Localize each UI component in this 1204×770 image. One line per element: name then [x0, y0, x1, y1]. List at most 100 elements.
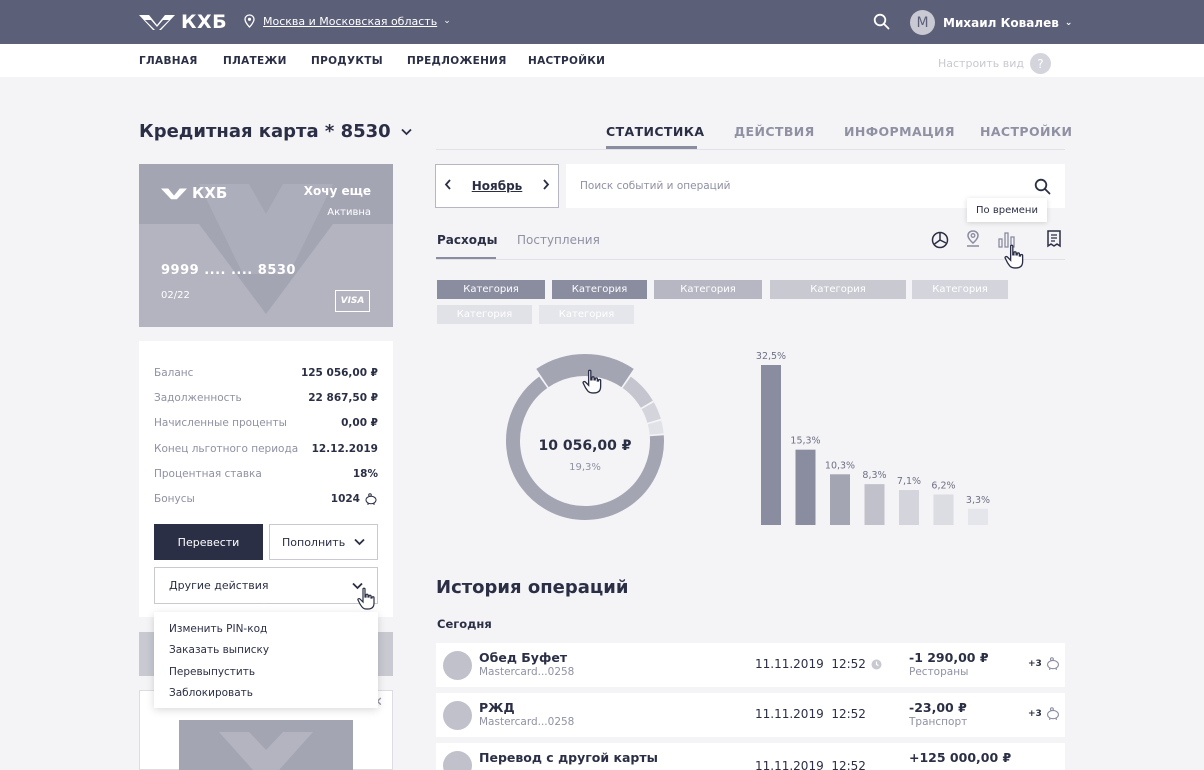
help-icon[interactable]: ?	[1029, 53, 1051, 74]
info-value: 22 867,50 ₽	[308, 392, 378, 404]
info-value-bonuses: 1024	[331, 493, 378, 505]
bar[interactable]	[864, 484, 885, 525]
chevron-down-icon	[354, 538, 365, 546]
info-value: 0,00 ₽	[341, 417, 378, 429]
category-chip[interactable]: Категория	[437, 305, 532, 324]
category-chip[interactable]: Категория	[552, 280, 647, 299]
nav-item-settings[interactable]: НАСТРОЙКИ	[528, 55, 605, 67]
info-row-balance: Баланс 125 056,00 ₽	[154, 367, 378, 379]
card-number: 9999 .... .... 8530	[161, 263, 296, 278]
category-chip[interactable]: Категория	[654, 280, 762, 299]
bar[interactable]	[899, 490, 919, 525]
info-label: Бонусы	[154, 493, 195, 505]
txn-amount: -1 290,00 ₽	[909, 650, 989, 665]
search-icon[interactable]	[873, 13, 890, 34]
info-label: Процентная ставка	[154, 468, 262, 480]
bank-logo[interactable]: КХБ	[139, 11, 227, 33]
subtab-expenses[interactable]: Расходы	[437, 233, 498, 247]
menu-item-block[interactable]: Заблокировать	[154, 683, 378, 705]
tab-information[interactable]: ИНФОРМАЦИЯ	[844, 124, 955, 139]
nav-item-offers[interactable]: ПРЕДЛОЖЕНИЯ	[407, 55, 507, 67]
piggy-bank-icon	[1046, 707, 1059, 720]
subtab-income[interactable]: Поступления	[517, 233, 600, 247]
category-chip[interactable]: Категория	[912, 280, 1008, 299]
nav-item-payments[interactable]: ПЛАТЕЖИ	[223, 55, 287, 67]
donut-slice[interactable]	[641, 402, 661, 423]
donut-center-value: 10 056,00 ₽	[539, 438, 632, 454]
info-row-interest: Начисленные проценты 0,00 ₽	[154, 417, 378, 429]
map-pin-icon[interactable]	[964, 229, 982, 249]
bar[interactable]	[933, 494, 954, 525]
info-label: Начисленные проценты	[154, 417, 287, 429]
nav-item-products[interactable]: ПРОДУКТЫ	[311, 55, 383, 67]
bar-data-label: 15,3%	[790, 436, 820, 447]
chevron-down-icon: ⌄	[443, 16, 451, 26]
txn-account: Mastercard...0258	[479, 716, 575, 728]
bank-logo-icon	[161, 187, 187, 199]
tab-statistics[interactable]: СТАТИСТИКА	[606, 124, 704, 139]
info-row-rate: Процентная ставка 18%	[154, 468, 378, 480]
txn-category: Рестораны	[909, 666, 969, 678]
card-status: Активна	[327, 207, 371, 218]
bar-chart[interactable]: 32,5% 15,3% 10,3% 8,3% 7,1% 6,2% 3,3%	[740, 340, 1010, 530]
customize-view-button[interactable]: Настроить вид ?	[938, 53, 1051, 74]
secondary-card-image	[179, 720, 353, 770]
transaction-row[interactable]: Перевод с другой карты 11.11.2019 12:52 …	[436, 743, 1065, 770]
bar[interactable]	[830, 474, 850, 525]
hand-cursor-icon	[357, 587, 375, 610]
clock-icon	[871, 659, 882, 669]
transaction-row[interactable]: Обед Буфет Mastercard...0258 11.11.2019 …	[436, 643, 1065, 687]
transaction-row[interactable]: РЖД Mastercard...0258 11.11.2019 12:52 -…	[436, 693, 1065, 737]
donut-slice[interactable]	[647, 420, 664, 435]
txn-bonus: +3	[1028, 657, 1061, 670]
info-label: Задолженность	[154, 392, 242, 404]
category-chip[interactable]: Категория	[437, 280, 545, 299]
bar[interactable]	[795, 449, 816, 525]
chevron-down-icon: ⌄	[1064, 17, 1073, 28]
tab-settings[interactable]: НАСТРОЙКИ	[980, 124, 1072, 139]
bar-data-label: 32,5%	[756, 351, 786, 362]
visa-logo: VISA	[335, 290, 370, 312]
txn-bonus-value: +3	[1028, 708, 1042, 719]
receipt-icon[interactable]	[1045, 229, 1063, 249]
txn-name: Перевод с другой карты	[479, 750, 658, 765]
nav-item-home[interactable]: ГЛАВНАЯ	[139, 55, 198, 67]
topup-button[interactable]: Пополнить	[269, 524, 378, 560]
tab-actions[interactable]: ДЕЙСТВИЯ	[734, 124, 815, 139]
card-logo-text: КХБ	[192, 184, 228, 202]
txn-date: 11.11.2019	[755, 707, 824, 721]
info-value: 18%	[352, 468, 378, 480]
current-month[interactable]: Ноябрь	[472, 179, 523, 193]
page-title[interactable]: Кредитная карта * 8530	[139, 121, 412, 142]
bank-logo-text: КХБ	[181, 11, 228, 33]
subtabs-divider	[436, 259, 1065, 260]
search-icon[interactable]	[1034, 178, 1051, 195]
menu-item-change-pin[interactable]: Изменить PIN-код	[154, 618, 378, 640]
credit-card-image[interactable]: КХБ Хочу еще Активна 9999 .... .... 8530…	[139, 164, 393, 327]
piggy-bank-icon	[365, 493, 377, 505]
info-row-bonuses: Бонусы 1024	[154, 493, 378, 505]
transfer-button[interactable]: Перевести	[154, 524, 263, 560]
month-selector: Ноябрь	[435, 164, 559, 208]
txn-amount: +125 000,00 ₽	[909, 750, 1012, 765]
region-selector[interactable]: Москва и Московская область ⌄	[244, 14, 451, 28]
menu-item-reissue[interactable]: Перевыпустить	[154, 661, 378, 683]
chevron-down-icon	[401, 125, 412, 139]
category-chip[interactable]: Категория	[770, 280, 906, 299]
txn-category: Транспорт	[909, 716, 968, 728]
prev-month-icon[interactable]	[444, 179, 452, 193]
bar[interactable]	[761, 365, 781, 525]
txn-time: 12:52	[831, 707, 866, 721]
customize-view-label: Настроить вид	[938, 57, 1024, 70]
menu-item-order-statement[interactable]: Заказать выписку	[154, 640, 378, 662]
pie-chart-icon[interactable]	[930, 229, 950, 249]
txn-date: 11.11.2019	[755, 759, 824, 770]
category-chip[interactable]: Категория	[539, 305, 634, 324]
bank-logo-icon	[139, 15, 175, 30]
user-menu[interactable]: М Михаил Ковалев ⌄	[910, 10, 1072, 35]
other-actions-dropdown[interactable]: Другие действия	[154, 567, 378, 604]
donut-slice[interactable]	[622, 376, 653, 408]
topup-label: Пополнить	[282, 535, 346, 549]
bar[interactable]	[968, 508, 988, 525]
next-month-icon[interactable]	[542, 179, 550, 193]
